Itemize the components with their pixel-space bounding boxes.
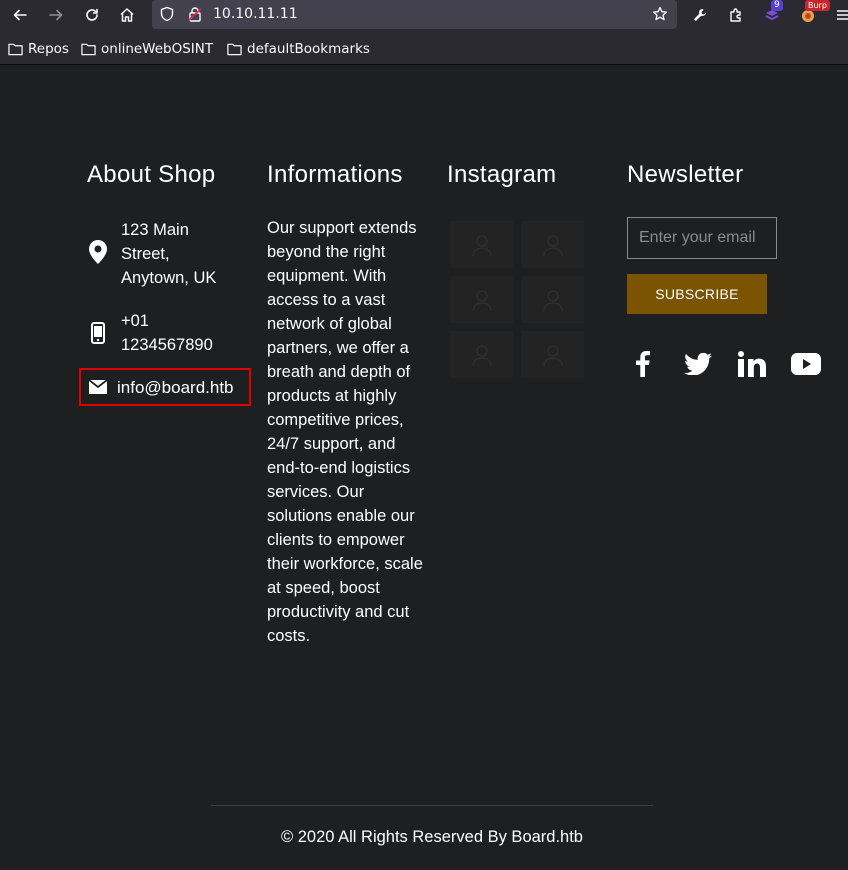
bookmark-folder-defaultbookmarks[interactable]: defaultBookmarks (227, 40, 370, 58)
back-arrow-icon (13, 9, 27, 21)
url-text[interactable]: 10.10.11.11 (213, 6, 298, 22)
instagram-image[interactable] (521, 276, 584, 323)
folder-icon (81, 43, 96, 56)
youtube-icon (791, 353, 821, 375)
bookmarks-bar: Repos onlineWebOSINT defaultBookmarks (0, 30, 848, 65)
subscribe-button[interactable]: SUBSCRIBE (627, 274, 767, 314)
burp-badge: Burp (805, 0, 830, 11)
address-item: 123 Main Street, Anytown, UK (87, 218, 231, 290)
user-icon (471, 344, 492, 366)
newsletter-title: Newsletter (627, 161, 744, 188)
footer-divider (211, 805, 653, 806)
instagram-gallery (450, 221, 590, 378)
phone-text: +01 1234567890 (121, 312, 213, 354)
extensions-button[interactable] (723, 3, 749, 27)
burp-extension-button[interactable]: Burp (795, 0, 830, 27)
email-item[interactable]: info@board.htb (87, 376, 234, 400)
about-shop-title: About Shop (87, 161, 216, 188)
phone-item: +01 1234567890 (87, 309, 231, 357)
user-icon (471, 234, 492, 256)
folder-icon (8, 43, 23, 56)
back-button[interactable] (7, 3, 33, 27)
user-icon (471, 289, 492, 311)
instagram-image[interactable] (450, 331, 513, 378)
browser-toolbar: 10.10.11.11 9 Burp (0, 0, 848, 30)
facebook-link[interactable] (627, 348, 659, 380)
puzzle-icon (730, 8, 741, 22)
bookmark-folder-repos[interactable]: Repos (8, 40, 69, 58)
extension-stack-button[interactable]: 9 (759, 0, 785, 27)
user-icon (542, 234, 563, 256)
menu-button[interactable] (830, 3, 848, 27)
instagram-image[interactable] (450, 221, 513, 268)
extension-count-badge: 9 (771, 0, 783, 11)
bookmark-folder-onlinewebosint[interactable]: onlineWebOSINT (81, 40, 213, 58)
user-icon (542, 289, 563, 311)
bookmark-star-icon[interactable] (652, 6, 668, 22)
youtube-link[interactable] (790, 348, 822, 380)
shield-icon[interactable] (159, 6, 175, 22)
forward-button[interactable] (43, 3, 69, 27)
address-text: 123 Main Street, Anytown, UK (121, 221, 217, 287)
linkedin-link[interactable] (736, 348, 768, 380)
informations-title: Informations (267, 161, 403, 188)
newsletter-email-input[interactable] (627, 217, 777, 259)
wrench-icon (694, 9, 706, 21)
folder-icon (227, 43, 242, 56)
home-button[interactable] (114, 3, 140, 27)
instagram-image[interactable] (521, 331, 584, 378)
informations-text: Our support extends beyond the right equ… (267, 219, 423, 645)
instagram-image[interactable] (521, 221, 584, 268)
twitter-link[interactable] (682, 348, 714, 380)
devtools-button[interactable] (687, 3, 713, 27)
home-icon (120, 8, 134, 22)
reload-icon (86, 8, 98, 21)
url-bar[interactable]: 10.10.11.11 (152, 0, 677, 29)
instagram-title: Instagram (447, 161, 557, 188)
reload-button[interactable] (79, 3, 105, 27)
instagram-image[interactable] (450, 276, 513, 323)
mobile-phone-icon (87, 309, 109, 357)
copyright-text: © 2020 All Rights Reserved By Board.htb (281, 828, 583, 846)
forward-arrow-icon (49, 9, 63, 21)
twitter-icon (684, 353, 712, 375)
facebook-icon (636, 351, 650, 377)
hamburger-menu-icon (837, 10, 848, 20)
linkedin-icon (738, 351, 766, 377)
map-pin-icon (87, 218, 109, 290)
insecure-lock-icon[interactable] (187, 6, 203, 22)
user-icon (542, 344, 563, 366)
email-link[interactable]: info@board.htb (117, 376, 234, 400)
envelope-icon (87, 376, 109, 400)
page-footer-section: About Shop 123 Main Street, Anytown, UK … (0, 66, 848, 870)
